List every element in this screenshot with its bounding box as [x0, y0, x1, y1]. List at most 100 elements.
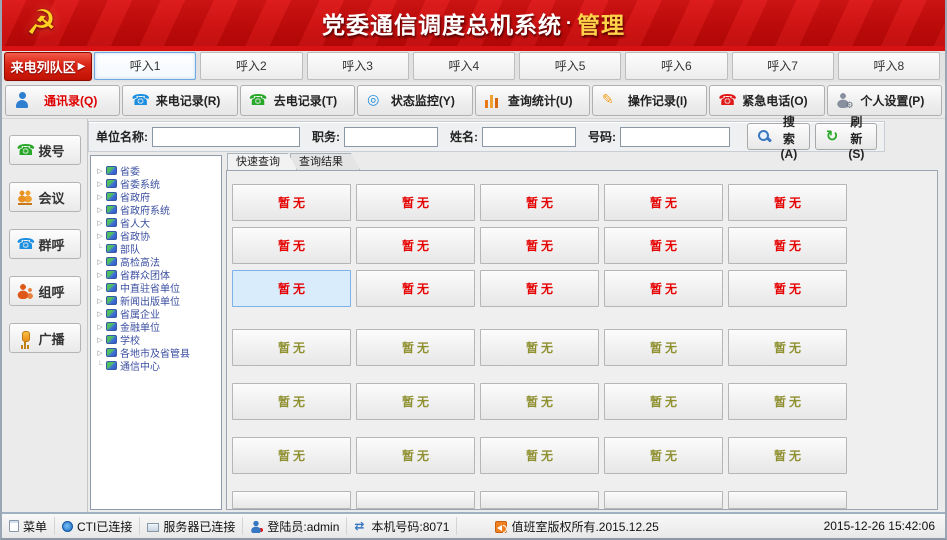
- slot-button[interactable]: 暂无: [356, 383, 475, 420]
- action-sidebar: 拨号 会议 群呼 组呼 广播: [2, 119, 88, 512]
- main-region: 拨号 会议 群呼 组呼 广播: [2, 119, 945, 512]
- result-grid: 暂无暂无暂无暂无暂无暂无暂无暂无暂无暂无暂无暂无暂无暂无暂无暂无暂无暂无暂无暂无…: [226, 170, 938, 510]
- slot-button[interactable]: 暂无: [356, 270, 475, 307]
- slot-button[interactable]: 暂无: [480, 329, 599, 366]
- incoming-line-tab[interactable]: 呼入1: [94, 52, 196, 80]
- slot-button[interactable]: 暂无: [480, 227, 599, 264]
- toolbar-button[interactable]: 来电记录(R): [122, 85, 237, 116]
- slot-button[interactable]: [480, 491, 599, 509]
- expand-arrow-icon[interactable]: [96, 180, 104, 188]
- toolbar-button[interactable]: 去电记录(T): [240, 85, 355, 116]
- tree-item[interactable]: 省委系统: [93, 177, 221, 190]
- slot-button[interactable]: [604, 491, 723, 509]
- slot-button[interactable]: 暂无: [232, 227, 351, 264]
- org-node-icon: [106, 322, 117, 331]
- slot-button[interactable]: 暂无: [604, 184, 723, 221]
- expand-arrow-icon[interactable]: [96, 323, 104, 331]
- tree-item[interactable]: 省政协: [93, 229, 221, 242]
- expand-arrow-icon[interactable]: [96, 167, 104, 175]
- expand-arrow-icon[interactable]: [96, 193, 104, 201]
- slot-button[interactable]: 暂无: [480, 184, 599, 221]
- slot-button[interactable]: [356, 491, 475, 509]
- slot-button[interactable]: 暂无: [356, 329, 475, 366]
- result-tab[interactable]: 快速查询: [227, 153, 297, 170]
- slot-button[interactable]: 暂无: [232, 437, 351, 474]
- expand-arrow-icon[interactable]: [96, 258, 104, 266]
- expand-arrow-icon[interactable]: [96, 245, 104, 252]
- slot-button[interactable]: 暂无: [480, 383, 599, 420]
- sidebar-button[interactable]: 群呼: [9, 229, 81, 259]
- incoming-line-tab[interactable]: 呼入5: [519, 52, 621, 80]
- tree-item[interactable]: 金融单位: [93, 320, 221, 333]
- slot-button[interactable]: [728, 491, 847, 509]
- expand-arrow-icon[interactable]: [96, 219, 104, 227]
- org-node-icon: [106, 283, 117, 292]
- result-panel: 快速查询 查询结果 暂无暂无暂无暂无暂无暂无暂无暂无暂无暂无暂无暂无暂无暂无暂无…: [226, 153, 938, 510]
- slot-button[interactable]: 暂无: [356, 184, 475, 221]
- toolbar-button[interactable]: 个人设置(P): [827, 85, 942, 116]
- sidebar-button[interactable]: 会议: [9, 182, 81, 212]
- slot-button[interactable]: 暂无: [232, 329, 351, 366]
- refresh-button[interactable]: 刷新(S): [815, 123, 877, 150]
- toolbar-button[interactable]: 操作记录(I): [592, 85, 707, 116]
- tree-item[interactable]: 省政府系统: [93, 203, 221, 216]
- sidebar-button[interactable]: 广播: [9, 323, 81, 353]
- slot-button[interactable]: 暂无: [728, 383, 847, 420]
- expand-arrow-icon[interactable]: [96, 349, 104, 357]
- incoming-line-tab[interactable]: 呼入4: [413, 52, 515, 80]
- status-segment[interactable]: 服务器已连接: [140, 517, 243, 535]
- slot-button[interactable]: 暂无: [356, 437, 475, 474]
- slot-button[interactable]: 暂无: [356, 227, 475, 264]
- job-title-input[interactable]: [344, 127, 438, 147]
- incoming-call-icon: [131, 92, 147, 108]
- slot-button[interactable]: 暂无: [604, 437, 723, 474]
- incoming-line-tab[interactable]: 呼入3: [307, 52, 409, 80]
- incoming-line-tab[interactable]: 呼入6: [625, 52, 727, 80]
- status-segment[interactable]: 本机号码:8071: [347, 517, 457, 535]
- sidebar-button[interactable]: 组呼: [9, 276, 81, 306]
- status-segment[interactable]: 登陆员:admin: [243, 517, 347, 535]
- status-segment[interactable]: CTI已连接: [55, 517, 140, 535]
- search-button[interactable]: 搜索(A): [747, 123, 810, 150]
- expand-arrow-icon[interactable]: [96, 336, 104, 344]
- slot-button[interactable]: 暂无: [604, 227, 723, 264]
- toolbar-button[interactable]: 状态监控(Y): [357, 85, 472, 116]
- phone-number-input[interactable]: [620, 127, 730, 147]
- slot-button[interactable]: 暂无: [604, 329, 723, 366]
- expand-arrow-icon[interactable]: [96, 310, 104, 318]
- slot-button[interactable]: 暂无: [604, 270, 723, 307]
- expand-arrow-icon[interactable]: [96, 362, 104, 369]
- person-name-input[interactable]: [482, 127, 576, 147]
- slot-button[interactable]: 暂无: [232, 383, 351, 420]
- slot-button[interactable]: 暂无: [232, 184, 351, 221]
- toolbar-button[interactable]: 查询统计(U): [475, 85, 590, 116]
- status-segment[interactable]: 菜单: [2, 517, 55, 535]
- incoming-line-tab[interactable]: 呼入8: [838, 52, 940, 80]
- slot-button[interactable]: 暂无: [728, 184, 847, 221]
- slot-button[interactable]: 暂无: [480, 437, 599, 474]
- expand-arrow-icon[interactable]: [96, 232, 104, 240]
- slot-button[interactable]: 暂无: [232, 270, 351, 307]
- result-row: 暂无暂无暂无暂无暂无: [232, 270, 937, 307]
- slot-button[interactable]: 暂无: [728, 227, 847, 264]
- incoming-queue-button[interactable]: 来电列队区 ▶: [4, 52, 92, 81]
- sidebar-button[interactable]: 拨号: [9, 135, 81, 165]
- expand-arrow-icon[interactable]: [96, 297, 104, 305]
- result-tab[interactable]: 查询结果: [290, 153, 360, 170]
- expand-arrow-icon[interactable]: [96, 284, 104, 292]
- incoming-line-tab[interactable]: 呼入7: [732, 52, 834, 80]
- expand-arrow-icon[interactable]: [96, 271, 104, 279]
- expand-arrow-icon[interactable]: [96, 206, 104, 214]
- slot-button[interactable]: 暂无: [604, 383, 723, 420]
- toolbar-button[interactable]: 紧急电话(O): [709, 85, 824, 116]
- incoming-line-tab[interactable]: 呼入2: [200, 52, 302, 80]
- tree-item[interactable]: 通信中心: [93, 359, 221, 372]
- slot-button[interactable]: [232, 491, 351, 509]
- slot-button[interactable]: 暂无: [728, 437, 847, 474]
- unit-name-input[interactable]: [152, 127, 300, 147]
- tree-item[interactable]: 省人大: [93, 216, 221, 229]
- slot-button[interactable]: 暂无: [728, 270, 847, 307]
- slot-button[interactable]: 暂无: [480, 270, 599, 307]
- toolbar-button[interactable]: 通讯录(Q): [5, 85, 120, 116]
- slot-button[interactable]: 暂无: [728, 329, 847, 366]
